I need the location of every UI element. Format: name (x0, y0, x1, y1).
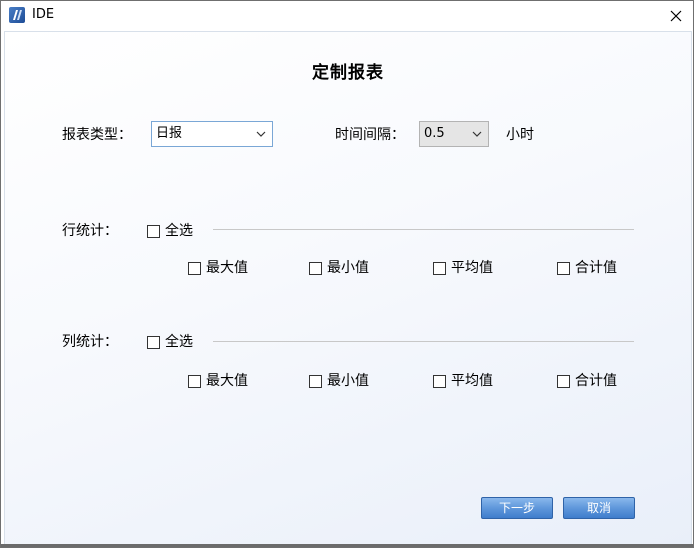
interval-select[interactable]: 0.5 (419, 121, 489, 147)
col-max-checkbox[interactable] (188, 375, 201, 388)
interval-label: 时间间隔： (335, 127, 405, 143)
col-min-checkbox[interactable] (309, 375, 322, 388)
chevron-down-icon (256, 131, 266, 137)
row-avg-checkbox[interactable] (433, 262, 446, 275)
col-stats-divider (213, 341, 634, 342)
row-max-label: 最大值 (206, 260, 248, 276)
row-select-all-label: 全选 (165, 223, 193, 239)
row-min-label: 最小值 (327, 260, 369, 276)
title-bar: IDE (1, 1, 693, 31)
col-stats-label: 列统计： (62, 334, 118, 350)
col-min-label: 最小值 (327, 373, 369, 389)
interval-value: 0.5 (424, 126, 445, 141)
col-select-all-checkbox[interactable] (147, 336, 160, 349)
report-type-value: 日报 (156, 126, 183, 141)
report-type-label: 报表类型： (62, 127, 132, 143)
close-icon (670, 10, 682, 22)
row-min-checkbox[interactable] (309, 262, 322, 275)
col-select-all-label: 全选 (165, 334, 193, 350)
next-button[interactable]: 下一步 (481, 497, 553, 519)
row-stats-divider (213, 229, 634, 230)
col-sum-checkbox[interactable] (557, 375, 570, 388)
row-avg-label: 平均值 (451, 260, 493, 276)
col-avg-label: 平均值 (451, 373, 493, 389)
col-max-label: 最大值 (206, 373, 248, 389)
dialog-window: IDE 定制报表 报表类型： 日报 时间间隔： 0.5 小时 行统计： 全选 最… (0, 0, 694, 548)
window-title: IDE (32, 7, 55, 22)
row-select-all-checkbox[interactable] (147, 225, 160, 238)
report-type-select[interactable]: 日报 (151, 121, 273, 147)
app-logo-icon (9, 7, 25, 23)
row-stats-label: 行统计： (62, 223, 118, 239)
dialog-content: 定制报表 报表类型： 日报 时间间隔： 0.5 小时 行统计： 全选 最大值 最… (4, 31, 692, 545)
dialog-heading: 定制报表 (312, 63, 384, 83)
close-button[interactable] (659, 1, 693, 31)
row-max-checkbox[interactable] (188, 262, 201, 275)
chevron-down-icon (472, 131, 482, 137)
row-sum-checkbox[interactable] (557, 262, 570, 275)
col-sum-label: 合计值 (575, 373, 617, 389)
cancel-button[interactable]: 取消 (563, 497, 635, 519)
row-sum-label: 合计值 (575, 260, 617, 276)
window-bottom-border (1, 544, 693, 547)
interval-unit: 小时 (506, 127, 534, 143)
col-avg-checkbox[interactable] (433, 375, 446, 388)
